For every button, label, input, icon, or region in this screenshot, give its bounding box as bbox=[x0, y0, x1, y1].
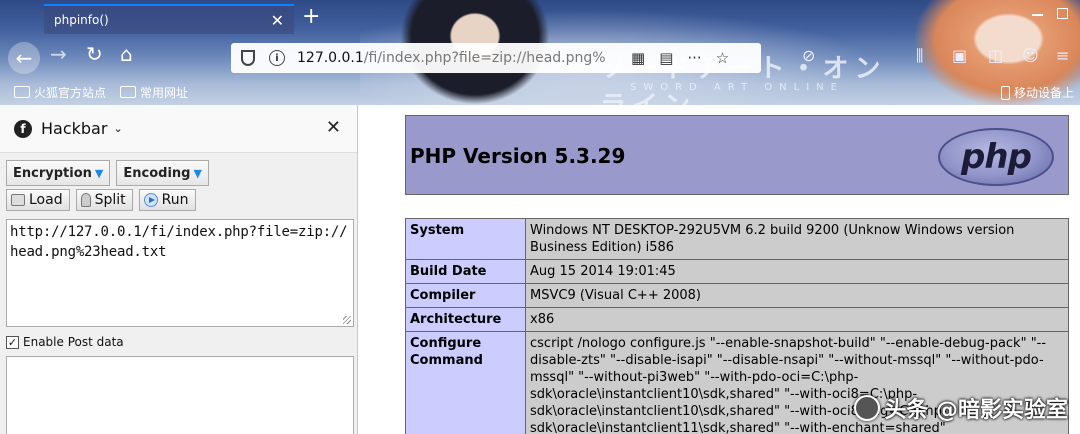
bookmark-common-sites[interactable]: 常用网址 bbox=[120, 84, 188, 101]
sidebar-close-icon[interactable]: ✕ bbox=[326, 117, 341, 138]
watermark-avatar-icon bbox=[854, 395, 881, 421]
reload-icon: ↻ bbox=[86, 42, 103, 66]
load-icon bbox=[11, 194, 25, 206]
table-row: System Windows NT DESKTOP-292U5VM 6.2 bui… bbox=[405, 218, 1069, 260]
php-version-header: PHP Version 5.3.29 php bbox=[405, 115, 1069, 195]
tab-title: phpinfo() bbox=[54, 13, 109, 27]
enable-post-row: ✓ Enable Post data bbox=[6, 335, 124, 349]
extension-icon[interactable]: ◫ bbox=[988, 46, 1003, 65]
dropdown-arrow-icon: ▼ bbox=[94, 166, 104, 180]
tracking-protection-icon[interactable] bbox=[241, 50, 255, 66]
load-button[interactable]: Load bbox=[6, 189, 70, 211]
folder-icon bbox=[14, 86, 30, 98]
library-icon[interactable]: ⫼ bbox=[916, 46, 923, 66]
run-button[interactable]: Run bbox=[138, 189, 196, 211]
row-key: Configure Command bbox=[405, 331, 526, 434]
bookmark-firefox-official[interactable]: 火狐官方站点 bbox=[14, 84, 106, 101]
bookmark-star-icon[interactable]: ☆ bbox=[716, 49, 729, 67]
firefox-icon: f bbox=[14, 119, 32, 138]
enable-post-label[interactable]: Enable Post data bbox=[23, 335, 124, 349]
window-controls bbox=[1032, 8, 1068, 19]
reader-view-icon[interactable]: ▤ bbox=[659, 49, 673, 67]
dropdown-arrow-icon: ▼ bbox=[193, 166, 202, 180]
hackbar-menubar: Encryption ▼ Encoding ▼ bbox=[6, 160, 209, 186]
enable-post-checkbox[interactable]: ✓ bbox=[6, 335, 19, 349]
menu-icon[interactable]: ≡ bbox=[1056, 46, 1069, 65]
split-button[interactable]: Split bbox=[75, 189, 133, 211]
minimize-icon[interactable] bbox=[1032, 14, 1043, 16]
bookmarks-toolbar: 火狐官方站点 常用网址 移动设备上 bbox=[0, 80, 1080, 104]
page-actions-icon[interactable]: ··· bbox=[687, 49, 701, 67]
home-button[interactable]: ⌂ bbox=[120, 42, 133, 66]
browser-chrome: ソードアート・オンライン SWORD ART ONLINE phpinfo() … bbox=[0, 0, 1080, 105]
post-data-textarea[interactable] bbox=[6, 356, 354, 434]
back-button[interactable]: ← bbox=[8, 42, 40, 74]
row-value: MSVC9 (Visual C++ 2008) bbox=[525, 283, 1069, 308]
maximize-icon[interactable] bbox=[1057, 8, 1068, 19]
table-row: Architecture x86 bbox=[405, 307, 1069, 332]
row-key: Architecture bbox=[405, 307, 526, 332]
table-row: Build Date Aug 15 2014 19:01:45 bbox=[405, 259, 1069, 284]
row-key: Build Date bbox=[405, 259, 526, 284]
tab-close-icon[interactable]: ✕ bbox=[271, 11, 284, 30]
php-version-title: PHP Version 5.3.29 bbox=[410, 144, 626, 168]
row-value: x86 bbox=[525, 307, 1069, 332]
split-icon bbox=[80, 193, 91, 207]
row-value: Aug 15 2014 19:01:45 bbox=[525, 259, 1069, 284]
table-row: Compiler MSVC9 (Visual C++ 2008) bbox=[405, 283, 1069, 308]
tab-phpinfo[interactable]: phpinfo() ✕ bbox=[44, 4, 294, 34]
encryption-menu[interactable]: Encryption ▼ bbox=[6, 160, 111, 186]
page-content: PHP Version 5.3.29 php System Windows NT … bbox=[359, 105, 1080, 434]
row-value: Windows NT DESKTOP-292U5VM 6.2 build 920… bbox=[525, 218, 1069, 260]
hackbar-actions: Load Split Run bbox=[6, 189, 196, 211]
row-key: System bbox=[405, 218, 526, 260]
watermark: 头条 @暗影实验室 bbox=[854, 392, 1068, 424]
site-info-icon[interactable]: i bbox=[269, 50, 285, 66]
php-logo[interactable]: php bbox=[938, 128, 1054, 186]
encoding-menu[interactable]: Encoding ▼ bbox=[116, 160, 209, 186]
chevron-down-icon[interactable]: ⌄ bbox=[113, 122, 122, 135]
resize-handle-icon[interactable] bbox=[343, 316, 351, 324]
row-key: Compiler bbox=[405, 283, 526, 308]
qr-code-icon[interactable]: ▦ bbox=[631, 49, 645, 67]
url-text[interactable]: 127.0.0.1/fi/index.php?file=zip://head.p… bbox=[297, 50, 617, 66]
new-tab-button[interactable]: + bbox=[302, 4, 320, 29]
hackbar-sidebar: f Hackbar ⌄ ✕ Encryption ▼ Encoding ▼ Load… bbox=[0, 105, 358, 434]
forward-arrow-icon: → bbox=[50, 42, 67, 66]
blocked-icon[interactable]: ⊘ bbox=[802, 46, 815, 65]
back-arrow-icon: ← bbox=[15, 46, 33, 70]
address-bar[interactable]: i 127.0.0.1/fi/index.php?file=zip://head… bbox=[231, 43, 761, 73]
sidebar-header: f Hackbar ⌄ ✕ bbox=[0, 105, 357, 153]
hackbar-url-textarea[interactable]: http://127.0.0.1/fi/index.php?file=zip:/… bbox=[6, 219, 354, 327]
reload-button[interactable]: ↻ bbox=[86, 42, 103, 66]
sidebar-icon[interactable]: ▣ bbox=[952, 46, 967, 65]
account-icon[interactable]: ☺ bbox=[1022, 46, 1039, 65]
mobile-bookmarks[interactable]: 移动设备上 bbox=[1000, 84, 1074, 101]
sidebar-title[interactable]: Hackbar bbox=[41, 119, 107, 138]
folder-icon bbox=[120, 86, 137, 98]
home-icon: ⌂ bbox=[120, 42, 133, 66]
forward-button[interactable]: → bbox=[50, 42, 67, 66]
mobile-device-icon bbox=[1000, 85, 1010, 100]
run-icon bbox=[143, 193, 158, 207]
